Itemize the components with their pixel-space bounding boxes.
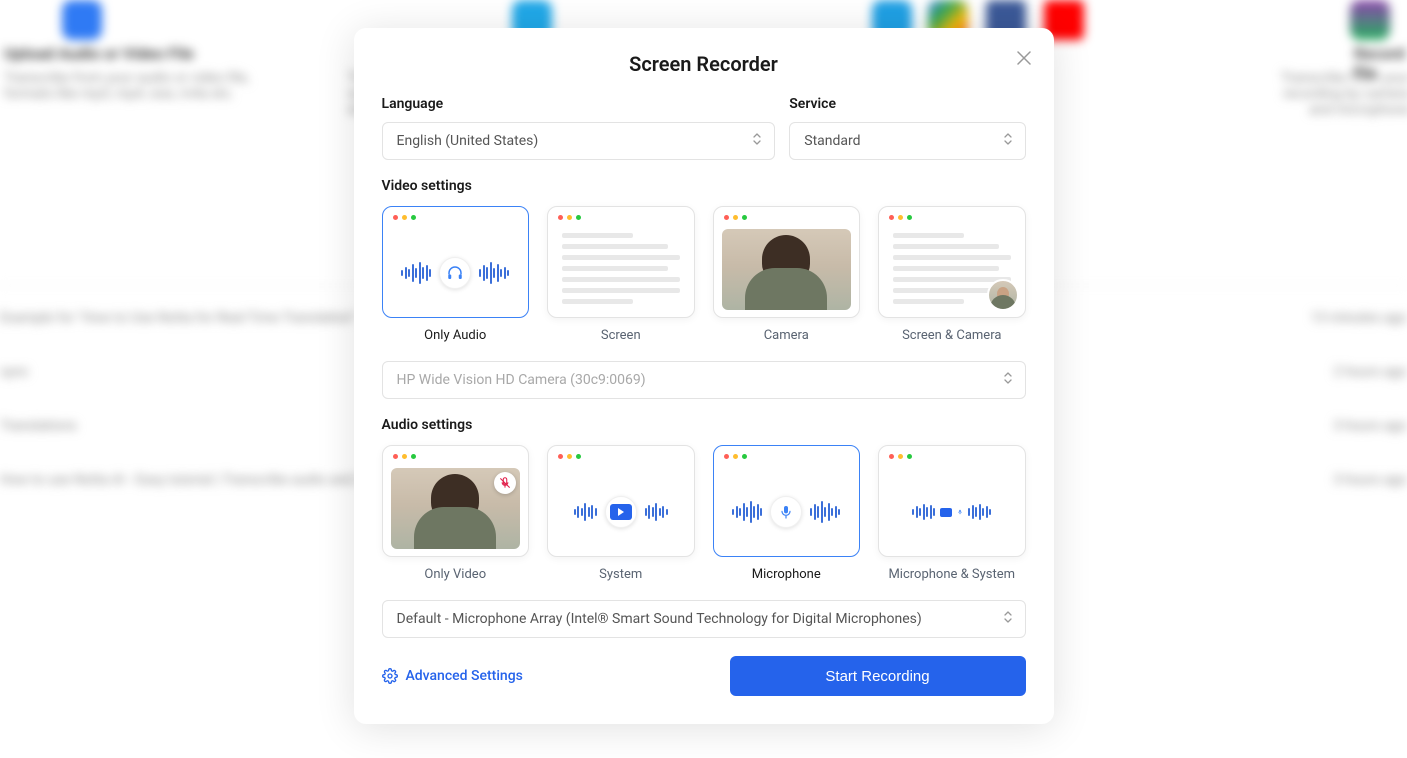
option-label: Screen & Camera — [878, 328, 1026, 343]
window-dots-icon — [558, 454, 684, 459]
camera-preview-image — [722, 229, 852, 310]
chevron-updown-icon — [752, 132, 762, 150]
microphone-device-select[interactable]: Default - Microphone Array (Intel® Smart… — [382, 600, 1026, 638]
language-value: English (United States) — [397, 133, 539, 149]
window-dots-icon — [889, 454, 1015, 459]
waveform-icon — [645, 503, 668, 521]
option-label: Only Audio — [382, 328, 530, 343]
mic-small-icon — [957, 507, 963, 517]
audio-option-microphone[interactable]: Microphone — [713, 445, 861, 582]
waveform-icon — [810, 501, 840, 523]
audio-options: Only Video — [382, 445, 1026, 582]
pip-avatar-icon — [987, 279, 1019, 311]
audio-settings-label: Audio settings — [382, 417, 1026, 433]
camera-device-value: HP Wide Vision HD Camera (30c9:0069) — [397, 372, 646, 388]
microphone-icon — [770, 496, 802, 528]
language-select[interactable]: English (United States) — [382, 122, 776, 160]
service-select[interactable]: Standard — [789, 122, 1025, 160]
window-dots-icon — [724, 215, 850, 220]
audio-option-system[interactable]: System — [547, 445, 695, 582]
video-option-screen-camera[interactable]: Screen & Camera — [878, 206, 1026, 343]
advanced-settings-link[interactable]: Advanced Settings — [382, 668, 523, 684]
waveform-icon — [574, 503, 597, 521]
waveform-icon — [912, 504, 935, 520]
waveform-icon — [479, 262, 509, 284]
video-settings-label: Video settings — [382, 178, 1026, 194]
option-label: Microphone — [713, 567, 861, 582]
close-button[interactable] — [1012, 46, 1036, 70]
headphones-icon — [439, 257, 471, 289]
chevron-updown-icon — [1003, 371, 1013, 389]
window-dots-icon — [558, 215, 684, 220]
video-option-camera[interactable]: Camera — [713, 206, 861, 343]
mic-muted-icon — [494, 472, 516, 494]
video-option-screen[interactable]: Screen — [547, 206, 695, 343]
video-preview-image — [391, 468, 521, 549]
close-icon — [1017, 51, 1031, 65]
microphone-device-value: Default - Microphone Array (Intel® Smart… — [397, 611, 922, 627]
chevron-updown-icon — [1003, 132, 1013, 150]
audio-option-only-video[interactable]: Only Video — [382, 445, 530, 582]
waveform-icon — [732, 501, 762, 523]
waveform-icon — [401, 262, 431, 284]
modal-title: Screen Recorder — [382, 52, 1026, 76]
start-recording-button[interactable]: Start Recording — [730, 656, 1026, 696]
advanced-settings-label: Advanced Settings — [406, 668, 523, 684]
chevron-updown-icon — [1003, 610, 1013, 628]
language-label: Language — [382, 96, 776, 112]
document-skeleton-icon — [548, 229, 694, 314]
option-label: Camera — [713, 328, 861, 343]
screen-recorder-modal: Screen Recorder Language English (United… — [354, 28, 1054, 724]
gear-icon — [382, 668, 398, 684]
option-label: Only Video — [382, 567, 530, 582]
window-dots-icon — [889, 215, 1015, 220]
window-dots-icon — [724, 454, 850, 459]
option-label: Microphone & System — [878, 567, 1026, 582]
video-small-icon — [940, 508, 952, 517]
video-play-icon — [605, 496, 637, 528]
video-option-only-audio[interactable]: Only Audio — [382, 206, 530, 343]
service-label: Service — [789, 96, 1025, 112]
waveform-icon — [968, 504, 991, 520]
option-label: System — [547, 567, 695, 582]
option-label: Screen — [547, 328, 695, 343]
video-options: Only Audio Screen — [382, 206, 1026, 343]
modal-overlay: Screen Recorder Language English (United… — [0, 0, 1407, 758]
window-dots-icon — [393, 215, 519, 220]
service-value: Standard — [804, 133, 860, 149]
window-dots-icon — [393, 454, 519, 459]
camera-device-select[interactable]: HP Wide Vision HD Camera (30c9:0069) — [382, 361, 1026, 399]
audio-option-microphone-system[interactable]: Microphone & System — [878, 445, 1026, 582]
